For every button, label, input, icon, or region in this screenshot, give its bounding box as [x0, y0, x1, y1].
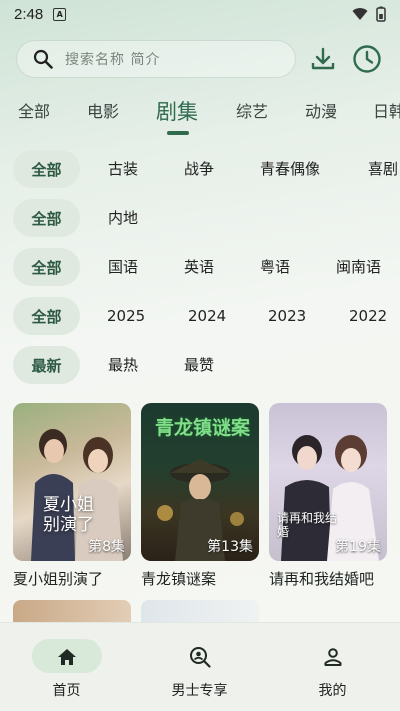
search-bar[interactable]: 搜索名称 简介 [16, 40, 296, 78]
nav-item-mens[interactable]: 男士专享 [133, 623, 266, 711]
history-button[interactable] [350, 42, 384, 76]
filter-chip-selected[interactable]: 全部 [13, 199, 80, 237]
bottom-navigation: 首页 男士专享 我的 [0, 622, 400, 711]
filter-row-region: 全部 内地 [0, 199, 400, 239]
category-tabs: 全部 电影 剧集 综艺 动漫 日韩 [0, 92, 400, 136]
poster-title-art: 青龙镇谜案 [155, 417, 251, 439]
filter-chip-selected[interactable]: 最新 [13, 346, 80, 384]
download-icon [311, 47, 335, 70]
clock-icon [353, 45, 381, 73]
show-card[interactable]: 夏小姐别演了 第8集 夏小姐别演了 [13, 403, 131, 589]
status-icons [352, 6, 386, 22]
filter-option[interactable]: 2025 [107, 297, 145, 335]
show-title: 青龙镇谜案 [141, 570, 217, 588]
active-tab-indicator [167, 131, 189, 135]
filter-option[interactable]: 闽南语 [336, 248, 381, 286]
filter-option[interactable]: 内地 [108, 199, 138, 237]
poster-image-partial[interactable] [13, 600, 131, 624]
filter-row-genre: 全部 古装 战争 青春偶像 喜剧 [0, 150, 400, 190]
poster-title-art: 请再和我结婚 [277, 511, 338, 539]
search-icon [33, 49, 53, 69]
poster-title-art: 夏小姐别演了 [43, 495, 94, 535]
tab-series[interactable]: 剧集 [156, 92, 198, 132]
episode-badge: 第13集 [207, 539, 253, 555]
tab-anime[interactable]: 动漫 [305, 92, 337, 132]
filter-option[interactable]: 国语 [108, 248, 138, 286]
tab-variety[interactable]: 综艺 [236, 92, 268, 132]
nav-label: 男士专享 [171, 683, 228, 699]
filter-option[interactable]: 青春偶像 [260, 150, 320, 188]
person-icon [320, 645, 346, 669]
filter-option[interactable]: 粤语 [260, 248, 290, 286]
poster-image: 青龙镇谜案 第13集 [141, 403, 259, 561]
search-person-icon [187, 645, 213, 669]
search-placeholder: 搜索名称 简介 [65, 52, 161, 68]
filter-chip-selected[interactable]: 全部 [13, 297, 80, 335]
filter-chip-selected[interactable]: 全部 [13, 150, 80, 188]
filter-option[interactable]: 最热 [108, 346, 138, 384]
filter-option[interactable]: 最赞 [184, 346, 214, 384]
home-icon [54, 645, 80, 669]
nav-label: 我的 [318, 683, 347, 699]
filter-chip-selected[interactable]: 全部 [13, 248, 80, 286]
filter-option[interactable]: 古装 [108, 150, 138, 188]
nav-item-profile[interactable]: 我的 [266, 623, 399, 711]
filter-option[interactable]: 喜剧 [368, 150, 398, 188]
status-bar: 2:48 A [0, 0, 400, 28]
nav-item-home[interactable]: 首页 [0, 623, 133, 711]
wifi-icon [352, 8, 368, 20]
poster-image: 夏小姐别演了 第8集 [13, 403, 131, 561]
nav-label: 首页 [52, 683, 81, 699]
poster-image: 请再和我结婚 第19集 [269, 403, 387, 561]
filter-row-sort: 最新 最热 最赞 [0, 346, 400, 386]
episode-badge: 第19集 [335, 539, 381, 555]
filter-option[interactable]: 英语 [184, 248, 214, 286]
download-button[interactable] [306, 42, 340, 76]
sim-indicator-icon: A [53, 7, 67, 21]
tab-japan-korea[interactable]: 日韩 [373, 92, 400, 132]
show-card[interactable]: 请再和我结婚 第19集 请再和我结婚吧 [269, 403, 387, 589]
filter-option[interactable]: 2023 [268, 297, 306, 335]
show-card[interactable]: 青龙镇谜案 第13集 青龙镇谜案 [141, 403, 259, 589]
tab-movies[interactable]: 电影 [87, 92, 119, 132]
filter-row-language: 全部 国语 英语 粤语 闽南语 [0, 248, 400, 288]
battery-icon [376, 6, 386, 22]
tab-all[interactable]: 全部 [18, 92, 50, 132]
episode-badge: 第8集 [88, 539, 125, 555]
filter-row-year: 全部 2025 2024 2023 2022 [0, 297, 400, 337]
show-title: 夏小姐别演了 [13, 570, 104, 588]
show-title: 请再和我结婚吧 [269, 570, 375, 588]
poster-image-partial[interactable] [141, 600, 259, 624]
filter-option[interactable]: 2022 [349, 297, 387, 335]
filter-option[interactable]: 2024 [188, 297, 226, 335]
filter-option[interactable]: 战争 [184, 150, 214, 188]
status-time: 2:48 [14, 5, 44, 23]
